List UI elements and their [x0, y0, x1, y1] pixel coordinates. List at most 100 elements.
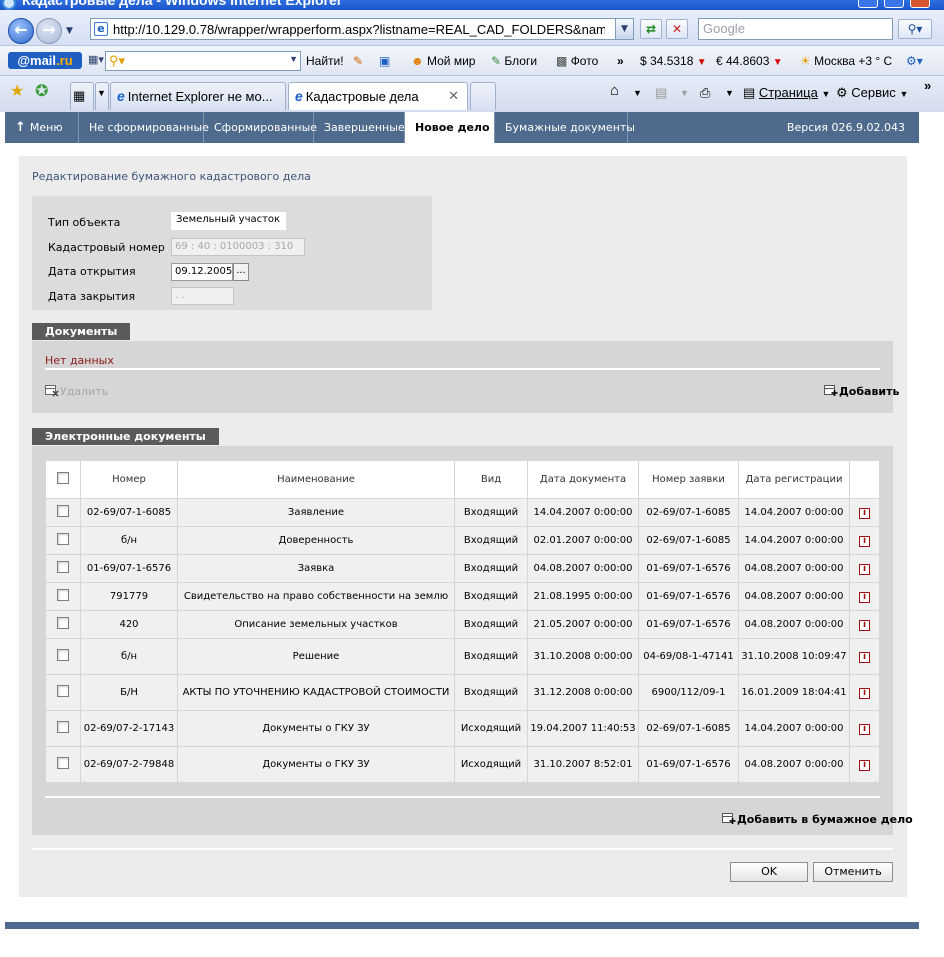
info-icon[interactable]: i: [859, 724, 870, 735]
row-info-cell: i: [850, 527, 879, 554]
info-icon[interactable]: i: [859, 592, 870, 603]
cell-kind: Входящий: [455, 527, 527, 554]
mailru-logo[interactable]: @mail.ru: [8, 52, 82, 69]
mailru-search-input[interactable]: ⚲▾ ▼: [105, 51, 301, 71]
column-header-name[interactable]: Наименование: [178, 461, 454, 498]
open-date-picker-button[interactable]: ...: [233, 263, 249, 281]
table-row: б/н Решение Входящий 31.10.2008 0:00:00 …: [46, 639, 879, 674]
info-icon[interactable]: i: [859, 564, 870, 575]
home-icon[interactable]: ⌂: [610, 82, 619, 99]
row-checkbox[interactable]: [57, 560, 69, 573]
cell-reg-date: 04.08.2007 0:00:00: [739, 611, 849, 638]
nav-item-paper-docs[interactable]: Бумажные документы: [495, 112, 635, 143]
new-tab-button[interactable]: [470, 82, 496, 110]
feeds-icon[interactable]: ▤: [655, 85, 667, 101]
nav-menu[interactable]: ↑ Меню: [5, 112, 79, 143]
favorites-star-icon[interactable]: ★: [10, 81, 24, 101]
edit-panel: Редактирование бумажного кадастрового де…: [19, 156, 913, 897]
close-tab-icon[interactable]: ✕: [448, 88, 459, 104]
info-icon[interactable]: i: [859, 760, 870, 771]
select-all-checkbox[interactable]: [57, 471, 69, 484]
page-icon: ▤: [743, 85, 756, 100]
row-info-cell: i: [850, 555, 879, 582]
nav-item-completed[interactable]: Завершенные: [314, 112, 405, 143]
home-dropdown-icon[interactable]: ▼: [633, 88, 642, 98]
print-dropdown-icon[interactable]: ▼: [725, 88, 734, 98]
service-menu[interactable]: ⚙ Сервис ▼: [836, 85, 908, 101]
info-icon[interactable]: i: [859, 688, 870, 699]
info-icon[interactable]: i: [859, 508, 870, 519]
address-dropdown-icon[interactable]: ▼: [615, 19, 633, 39]
tab-list-icon[interactable]: ▼: [95, 82, 109, 110]
row-checkbox[interactable]: [57, 720, 69, 733]
address-field[interactable]: e http://10.129.0.78/wrapper/wrapperform…: [90, 18, 634, 40]
row-info-cell: i: [850, 711, 879, 746]
nav-item-formed[interactable]: Сформированные: [204, 112, 317, 143]
row-checkbox[interactable]: [57, 648, 69, 661]
row-select-cell: [46, 675, 80, 710]
cell-name: Документы о ГКУ ЗУ: [178, 747, 454, 782]
close-window-button[interactable]: [910, 0, 930, 8]
open-date-label: Дата открытия: [48, 265, 136, 278]
minimize-button[interactable]: [858, 0, 878, 8]
feeds-dropdown-icon[interactable]: ▼: [680, 88, 689, 98]
stop-icon[interactable]: ✕: [666, 19, 688, 39]
add-document-button[interactable]: Добавить: [824, 385, 899, 398]
search-go-icon[interactable]: ⚲▾: [898, 19, 932, 39]
pencil-icon[interactable]: ✎: [353, 54, 363, 68]
column-header-number[interactable]: Номер: [81, 461, 177, 498]
row-checkbox[interactable]: [57, 616, 69, 629]
tab-ie-error[interactable]: e Internet Explorer не мо...: [110, 82, 286, 110]
refresh-icon[interactable]: ⇄: [640, 19, 662, 39]
delete-document-button[interactable]: Удалить: [45, 385, 108, 398]
column-header-kind[interactable]: Вид: [455, 461, 527, 498]
magnifier-icon[interactable]: ▣: [379, 54, 390, 68]
row-checkbox[interactable]: [57, 588, 69, 601]
find-button[interactable]: Найти!: [306, 54, 344, 68]
nav-item-not-formed[interactable]: Не сформированные: [79, 112, 209, 143]
row-select-cell: [46, 583, 80, 610]
row-checkbox[interactable]: [57, 756, 69, 769]
search-pin-icon: ⚲▾: [109, 53, 126, 68]
maximize-button[interactable]: [884, 0, 904, 8]
ok-button[interactable]: OK: [730, 862, 808, 882]
row-checkbox[interactable]: [57, 532, 69, 545]
search-dropdown-icon[interactable]: ▼: [289, 54, 298, 64]
moi-mir-link[interactable]: ☻ Мой мир: [411, 54, 475, 68]
settings-icon[interactable]: ⚙▾: [906, 54, 923, 68]
print-icon[interactable]: ⎙: [700, 85, 710, 101]
toolbar-options-icon[interactable]: ▦▾: [88, 53, 104, 66]
cell-number: б/н: [81, 639, 177, 674]
cell-request-number: 01-69/07-1-6576: [639, 611, 738, 638]
cell-name: Решение: [178, 639, 454, 674]
blogs-link[interactable]: ✎ Блоги: [491, 54, 537, 68]
info-icon[interactable]: i: [859, 536, 870, 547]
add-to-paper-case-button[interactable]: Добавить в бумажное дело: [722, 813, 913, 826]
page-menu[interactable]: ▤ Страница ▼: [743, 85, 830, 101]
row-checkbox[interactable]: [57, 504, 69, 517]
nav-item-new-case[interactable]: Новое дело: [405, 112, 495, 143]
column-header-request-number[interactable]: Номер заявки: [639, 461, 738, 498]
cell-number: 02-69/07-1-6085: [81, 499, 177, 526]
info-icon[interactable]: i: [859, 620, 870, 631]
column-header-reg-date[interactable]: Дата регистрации: [739, 461, 849, 498]
back-button[interactable]: ←: [8, 18, 34, 44]
row-checkbox[interactable]: [57, 684, 69, 697]
address-toolbar: ← → ▼ e http://10.129.0.78/wrapper/wrapp…: [0, 10, 944, 46]
forward-button[interactable]: →: [36, 18, 62, 44]
photo-link[interactable]: ▩ Фото: [556, 54, 598, 68]
tab-cadastral[interactable]: e Кадастровые дела ✕: [288, 82, 468, 110]
cell-reg-date: 04.08.2007 0:00:00: [739, 583, 849, 610]
cell-kind: Входящий: [455, 611, 527, 638]
info-icon[interactable]: i: [859, 652, 870, 663]
overflow-chevron-icon[interactable]: »: [924, 78, 931, 93]
add-favorite-icon[interactable]: ✪: [35, 81, 48, 101]
weather[interactable]: ☀ Москва +3 ° C: [800, 54, 892, 68]
open-date-field[interactable]: 09.12.2005: [171, 263, 233, 281]
search-input[interactable]: Google: [698, 18, 893, 40]
cancel-button[interactable]: Отменить: [813, 862, 893, 882]
quick-tabs-icon[interactable]: ▦: [70, 82, 94, 110]
history-dropdown-icon[interactable]: ▼: [66, 26, 73, 36]
overflow-chevron-icon[interactable]: »: [617, 54, 624, 68]
column-header-doc-date[interactable]: Дата документа: [528, 461, 638, 498]
